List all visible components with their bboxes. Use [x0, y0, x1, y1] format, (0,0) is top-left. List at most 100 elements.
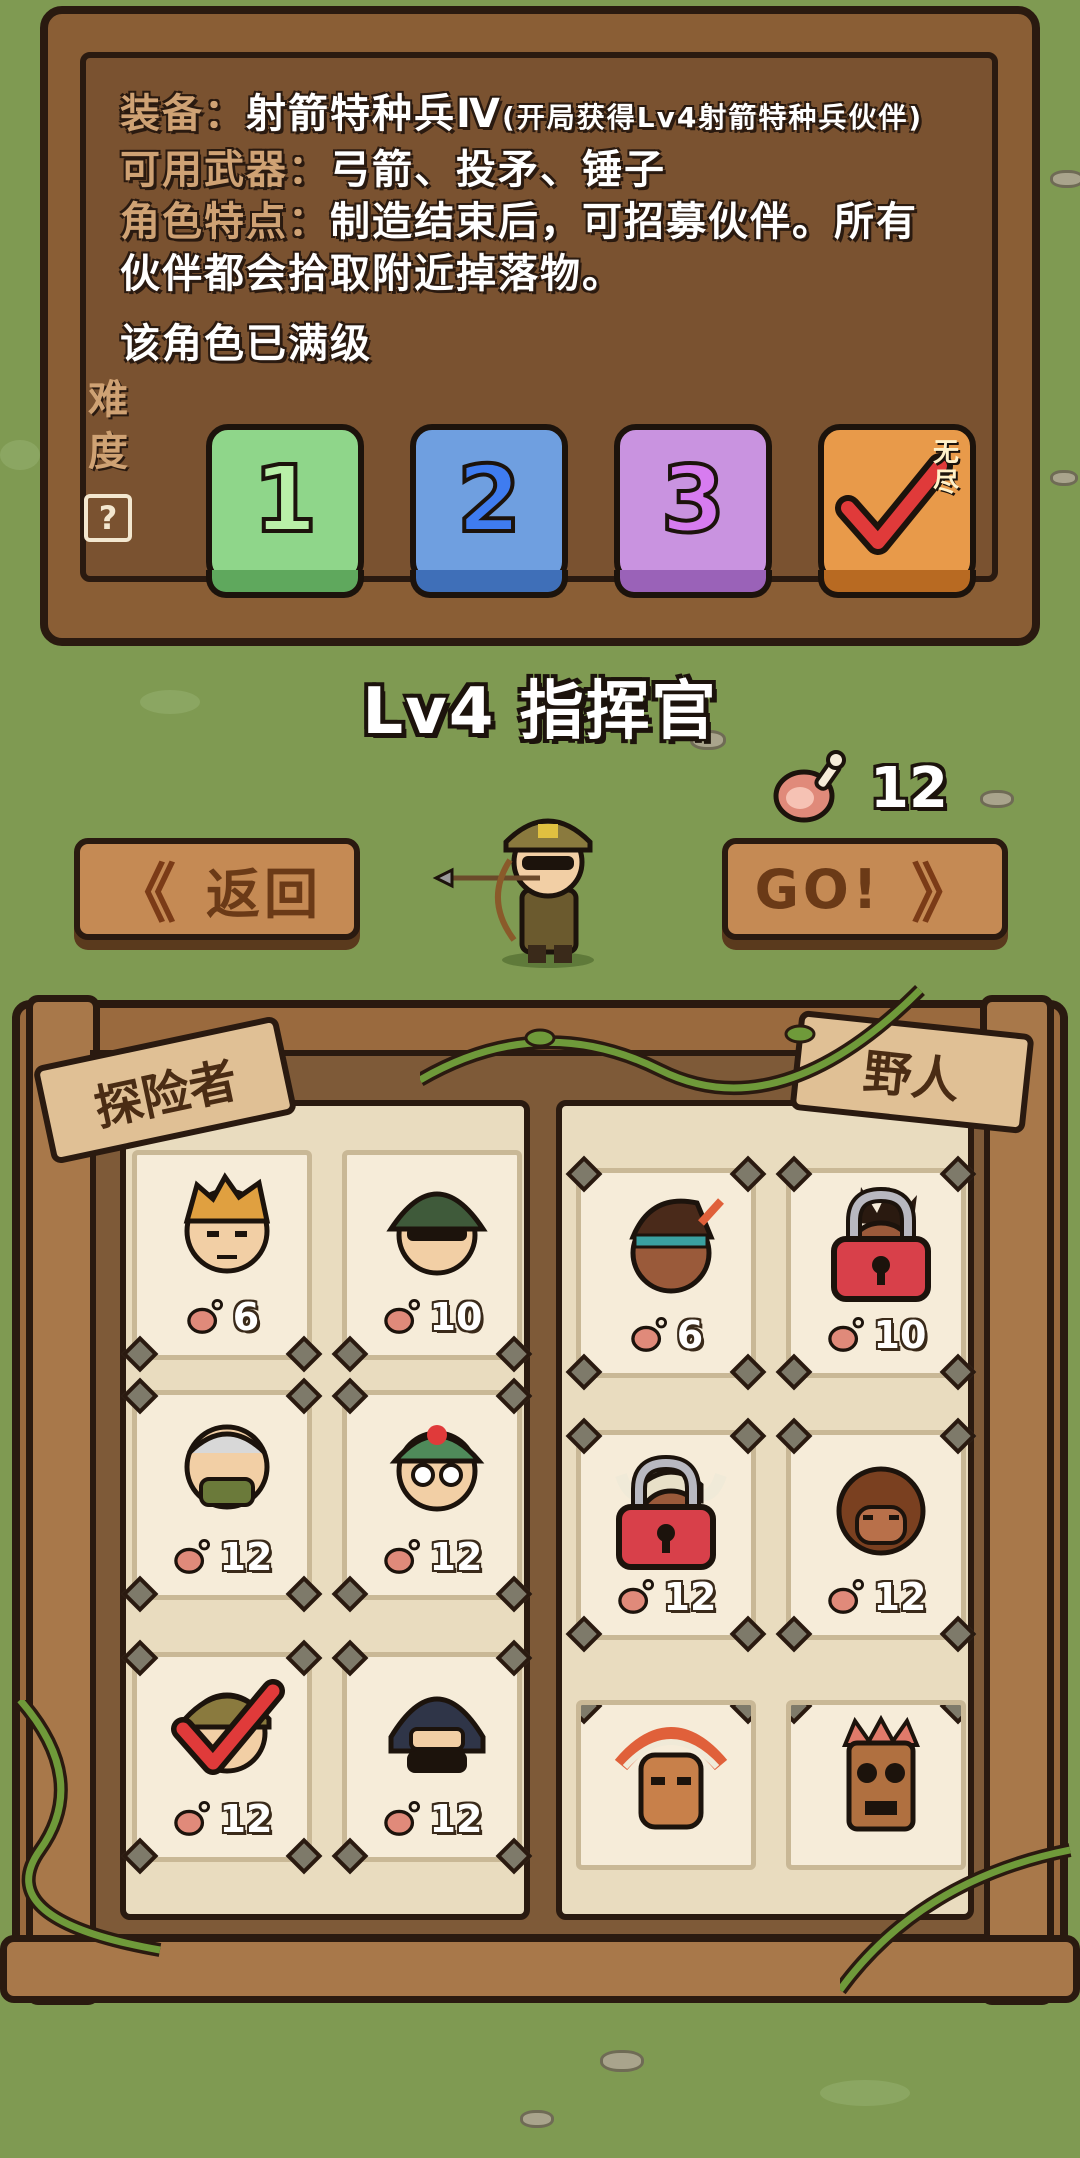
- explorer-card-swat[interactable]: 12: [331, 1639, 533, 1875]
- card-cost-value: 6: [232, 1295, 260, 1339]
- commander-hero-sprite: [432, 818, 594, 968]
- meat-icon: [827, 1317, 864, 1352]
- meat-icon: [617, 1579, 654, 1614]
- card-cost-value: 10: [429, 1295, 483, 1339]
- back-button[interactable]: 《 返回: [74, 838, 360, 940]
- trait-line-continued: 伙伴都会拾取附近掉落物。: [120, 251, 624, 297]
- meat-icon: [173, 1539, 210, 1574]
- card-cost-value: 12: [663, 1575, 717, 1619]
- difficulty-number: 1: [251, 444, 319, 555]
- stone-decoration: [1050, 470, 1078, 486]
- max-level-text: 该角色已满级: [120, 321, 372, 367]
- lock-icon: [831, 1186, 931, 1302]
- explorer-card-medic[interactable]: 12: [331, 1377, 533, 1613]
- card-pin: [581, 1705, 603, 1725]
- card-cost-value: 12: [429, 1797, 483, 1841]
- meat-icon: [383, 1539, 420, 1574]
- card-cost-value: 12: [873, 1575, 927, 1619]
- card-cost: 6: [137, 1295, 307, 1339]
- card-cost: 12: [581, 1575, 751, 1619]
- card-cost: 10: [347, 1295, 517, 1339]
- meat-icon: [383, 1801, 420, 1836]
- grass-patch: [0, 440, 40, 470]
- blond-soldier-portrait: [183, 1172, 271, 1274]
- card-cost-value: 6: [676, 1313, 704, 1357]
- stone-decoration: [1050, 170, 1080, 188]
- difficulty-number: 2: [455, 444, 523, 555]
- savage-card-tiki-chief[interactable]: [576, 1700, 756, 1870]
- card-cost-value: 12: [429, 1535, 483, 1579]
- card-cost: 6: [581, 1313, 751, 1357]
- meat-icon: [827, 1579, 864, 1614]
- helmet-soldier-portrait: [386, 1191, 488, 1276]
- tab-explorers-label: 探险者: [89, 1052, 243, 1138]
- card-cost-value: 10: [873, 1313, 927, 1357]
- card-cost: 10: [791, 1313, 961, 1357]
- difficulty-button-1[interactable]: 1: [206, 424, 364, 598]
- explorer-card-masked-veteran[interactable]: 12: [121, 1377, 323, 1613]
- button-base: [206, 570, 364, 598]
- equipment-value: 射箭特种兵Ⅳ: [246, 91, 502, 137]
- swat-portrait: [388, 1696, 486, 1773]
- character-info-panel: 装备：射箭特种兵Ⅳ(开局获得Lv4射箭特种兵伙伴) 可用武器：弓箭、投矛、锤子 …: [40, 6, 1040, 646]
- savage-card-caveman[interactable]: 12: [775, 1417, 977, 1653]
- go-button-label: GO!: [754, 857, 882, 921]
- difficulty-number: 3: [659, 444, 727, 555]
- difficulty-button-3[interactable]: 3: [614, 424, 772, 598]
- vine-decoration: [14, 1700, 162, 1957]
- button-base: [614, 570, 772, 598]
- card-cost-value: 12: [219, 1797, 273, 1841]
- savage-card-horned-shaman[interactable]: 12: [565, 1417, 767, 1653]
- lock-icon: [616, 1454, 716, 1570]
- button-base: [410, 570, 568, 598]
- difficulty-button-endless[interactable]: 无尽: [818, 424, 976, 598]
- hero-title: Lv4 指挥官: [362, 675, 718, 749]
- endless-label: 无尽: [932, 438, 959, 498]
- card-cost: 12: [791, 1575, 961, 1619]
- commander-portrait: [171, 1679, 285, 1775]
- difficulty-help-button[interactable]: ?: [84, 494, 132, 542]
- savage-card-feather-chief[interactable]: 10: [775, 1155, 977, 1391]
- vine-decoration: [420, 985, 925, 1095]
- trait-key: 角色特点：: [120, 199, 330, 245]
- card-cost-value: 12: [219, 1535, 273, 1579]
- meat-icon: [631, 1317, 667, 1352]
- equipment-line: 装备：射箭特种兵Ⅳ(开局获得Lv4射箭特种兵伙伴): [120, 88, 958, 144]
- meat-counter: 12: [770, 748, 948, 828]
- card-cost: 12: [137, 1535, 307, 1579]
- grass-patch: [820, 2080, 910, 2106]
- equipment-key: 装备：: [120, 91, 246, 137]
- double-chevron-right-icon: 》: [911, 858, 976, 932]
- meat-icon: [773, 750, 846, 823]
- explorer-card-blond-soldier[interactable]: 6: [121, 1150, 323, 1373]
- card-pin: [939, 1705, 961, 1725]
- stone-decoration: [520, 2110, 554, 2128]
- medic-portrait: [389, 1425, 485, 1512]
- vine-decoration: [840, 1843, 1072, 1995]
- difficulty-label-char-1: 难: [88, 377, 128, 423]
- tribal-warrior-portrait: [629, 1198, 724, 1294]
- difficulty-button-2[interactable]: 2: [410, 424, 568, 598]
- weapons-value: 弓箭、投矛、锤子: [330, 147, 666, 193]
- equipment-note: (开局获得Lv4射箭特种兵伙伴): [501, 101, 924, 134]
- caveman-portrait: [836, 1466, 926, 1556]
- trait-line: 角色特点：制造结束后，可招募伙伴。所有: [120, 196, 958, 248]
- masked-veteran-portrait: [184, 1424, 270, 1510]
- explorer-card-helmet-soldier[interactable]: 10: [331, 1150, 533, 1373]
- card-pin: [791, 1705, 813, 1725]
- tiki-chief-portrait: [614, 1727, 728, 1830]
- stone-decoration: [980, 790, 1014, 808]
- meat-count-value: 12: [870, 755, 948, 821]
- savage-card-tribal-warrior[interactable]: 6: [565, 1155, 767, 1391]
- trait-value: 制造结束后，可招募伙伴。所有: [330, 199, 918, 245]
- card-cost: 12: [347, 1797, 517, 1841]
- tiki-mask-portrait: [842, 1715, 920, 1832]
- back-button-label: 返回: [206, 862, 322, 926]
- weapons-key: 可用武器：: [120, 147, 330, 193]
- button-base: [818, 570, 976, 598]
- difficulty-label-char-2: 度: [88, 429, 128, 475]
- card-pin: [729, 1705, 751, 1725]
- meat-icon: [187, 1299, 223, 1334]
- difficulty-label: 难 度: [78, 374, 138, 478]
- go-button[interactable]: GO! 》: [722, 838, 1008, 940]
